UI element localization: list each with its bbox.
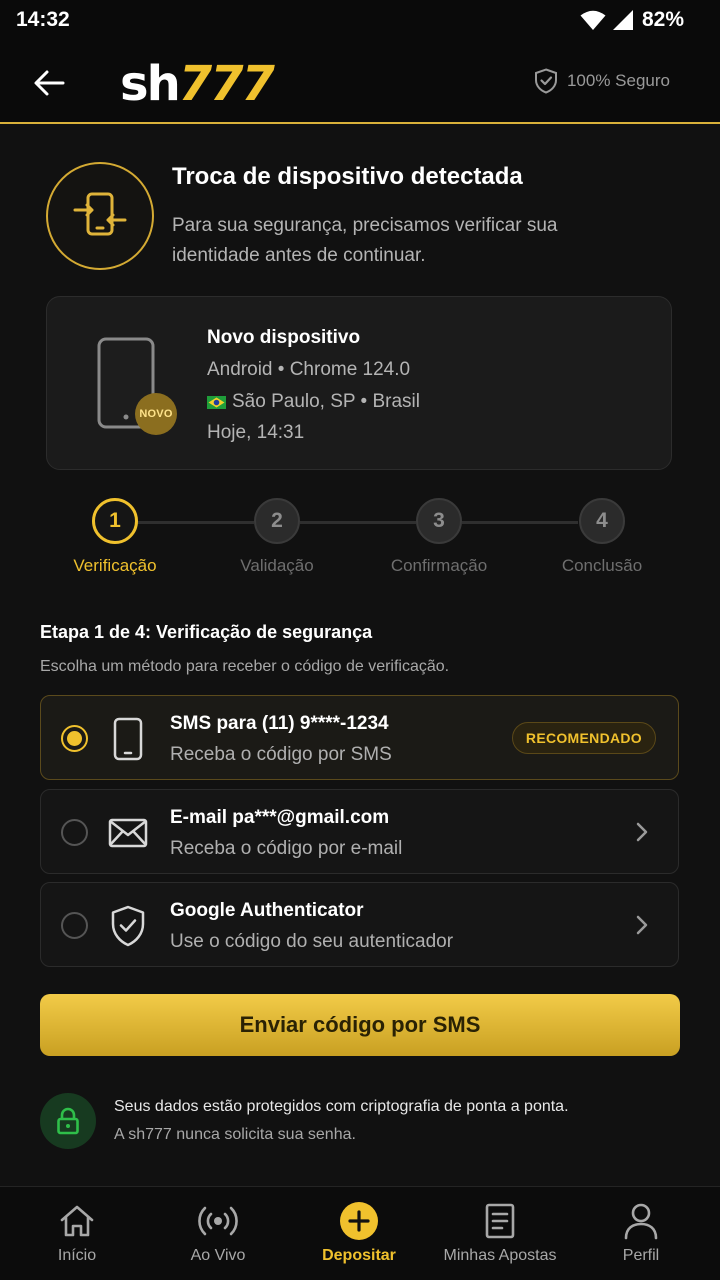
nav-label: Depositar: [322, 1247, 396, 1264]
secure-indicator: 100% Seguro: [534, 68, 670, 94]
nav-my-bets[interactable]: Minhas Apostas: [430, 1201, 570, 1265]
nav-label: Minhas Apostas: [443, 1247, 557, 1264]
step-label: Verificação: [73, 556, 157, 575]
section-title: Etapa 1 de 4: Verificação de segurança: [40, 622, 373, 642]
device-time: Hoje, 14:31: [207, 422, 304, 444]
app-header: sh777 100% Seguro: [0, 40, 720, 124]
device-location-text: São Paulo, SP • Brasil: [232, 391, 420, 412]
radio-unselected[interactable]: [61, 819, 88, 846]
smartphone-icon: [107, 716, 149, 762]
new-device-badge: NOVO: [135, 393, 177, 435]
option-email[interactable]: E-mail pa***@gmail.com Receba o código p…: [40, 789, 679, 874]
recommended-badge: RECOMENDADO: [511, 722, 656, 754]
progress-stepper: 1 Verificação 2 Validação 3 Confirmação …: [0, 498, 720, 588]
cellular-signal-icon: [612, 10, 633, 30]
device-location: São Paulo, SP • Brasil: [207, 391, 420, 413]
step-3: 3 Confirmação: [369, 498, 509, 576]
nav-profile[interactable]: Perfil: [571, 1201, 711, 1265]
step-label: Confirmação: [390, 556, 488, 575]
nav-label: Início: [57, 1247, 97, 1264]
step-number: 1: [92, 498, 138, 544]
option-title: E-mail pa***@gmail.com: [170, 807, 390, 828]
chevron-right-icon: [636, 822, 648, 842]
nav-deposit[interactable]: Depositar: [289, 1201, 429, 1265]
device-system-text: Android • Chrome 124.0: [207, 359, 411, 380]
step-number: 4: [579, 498, 625, 544]
plus-circle-icon: [339, 1201, 379, 1241]
shield-check-icon: [107, 903, 149, 949]
radio-selected[interactable]: [61, 725, 88, 752]
page-title: Troca de dispositivo detectada: [172, 163, 523, 190]
new-device-card: NOVO Novo dispositivo Android • Chrome 1…: [46, 296, 672, 470]
security-note-secondary: A sh777 nunca solicita sua senha.: [114, 1126, 356, 1143]
send-code-button[interactable]: Enviar código por SMS: [40, 994, 680, 1056]
security-lock-badge: [40, 1093, 96, 1149]
step-4: 4 Conclusão: [532, 498, 672, 576]
option-title: Google Authenticator: [170, 900, 364, 921]
page-description: Para sua segurança, precisamos verificar…: [172, 215, 558, 266]
radio-dot: [67, 731, 82, 746]
security-note-primary: Seus dados estão protegidos com criptogr…: [114, 1098, 569, 1115]
step-number: 3: [416, 498, 462, 544]
home-icon: [57, 1201, 97, 1241]
user-icon: [621, 1201, 661, 1241]
brazil-flag-icon: [207, 395, 226, 409]
device-time-text: Hoje, 14:31: [207, 422, 305, 443]
live-broadcast-icon: [198, 1201, 238, 1241]
arrow-left-icon: [34, 70, 65, 96]
device-switch-badge: [46, 162, 154, 270]
logo-text-777: 777: [178, 56, 275, 112]
chevron-right-icon: [636, 915, 648, 935]
step-1: 1 Verificação: [45, 498, 185, 576]
option-sms[interactable]: SMS para (11) 9****-1234 Receba o código…: [40, 695, 679, 780]
brand-logo: sh777: [120, 54, 275, 114]
status-time: 14:32: [16, 8, 70, 31]
option-title: SMS para (11) 9****-1234: [170, 713, 389, 734]
device-system: Android • Chrome 124.0: [207, 359, 410, 381]
mail-icon: [107, 810, 149, 856]
logo-text-sh: sh: [120, 56, 181, 112]
back-button[interactable]: [28, 62, 70, 104]
secure-label: 100% Seguro: [566, 71, 670, 90]
bet-slip-icon: [480, 1201, 520, 1241]
bottom-navigation: Início Ao Vivo Depositar Minhas Apostas …: [0, 1186, 720, 1280]
section-subtitle: Escolha um método para receber o código …: [40, 658, 450, 675]
wifi-icon: [580, 10, 606, 30]
nav-label: Ao Vivo: [190, 1247, 246, 1264]
status-bar: 14:32 82%: [0, 0, 720, 40]
radio-unselected[interactable]: [61, 912, 88, 939]
lock-icon: [57, 1107, 79, 1135]
nav-label: Perfil: [622, 1247, 660, 1264]
option-subtitle: Receba o código por e-mail: [170, 838, 403, 859]
device-switch-icon: [73, 192, 127, 236]
step-2: 2 Validação: [207, 498, 347, 576]
status-icons: 82%: [580, 6, 684, 34]
shield-check-icon: [534, 68, 557, 94]
step-number: 2: [254, 498, 300, 544]
step-label: Validação: [240, 556, 314, 575]
battery-level: 82%: [641, 8, 684, 31]
option-subtitle: Receba o código por SMS: [170, 744, 392, 765]
nav-live[interactable]: Ao Vivo: [148, 1201, 288, 1265]
step-label: Conclusão: [561, 556, 643, 575]
nav-home[interactable]: Início: [7, 1201, 147, 1265]
option-authenticator[interactable]: Google Authenticator Use o código do seu…: [40, 882, 679, 967]
device-name: Novo dispositivo: [207, 327, 361, 348]
option-subtitle: Use o código do seu autenticador: [170, 931, 454, 952]
